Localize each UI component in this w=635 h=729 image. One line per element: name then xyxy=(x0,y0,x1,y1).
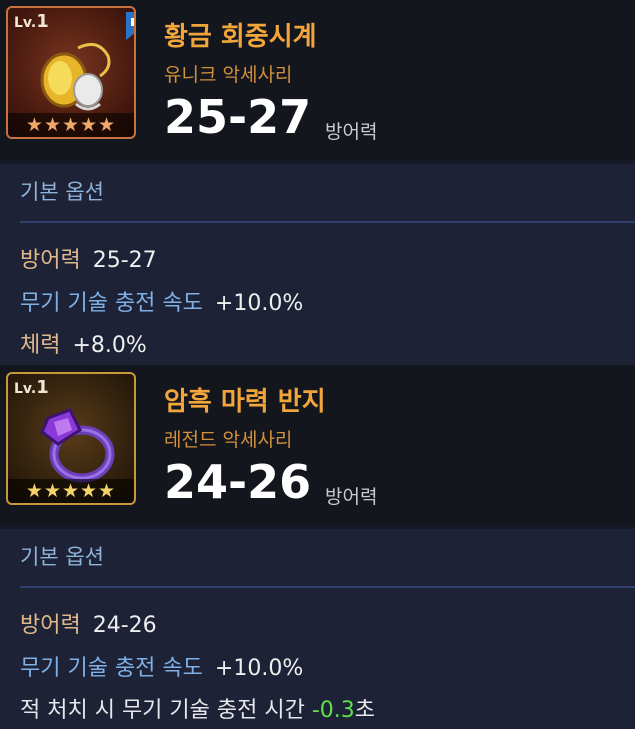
divider xyxy=(20,221,635,223)
item-name: 암흑 마력 반지 xyxy=(164,387,326,417)
item-icon-frame[interactable]: Lv.1 ★★★★★ xyxy=(6,6,136,139)
options-panel: 기본 옵션 방어력 25-27 무기 기술 충전 속도 +10.0% 체력 +8.0% xyxy=(0,164,635,365)
option-value-green: -0.3 xyxy=(311,698,355,723)
item-icon-frame[interactable]: Lv.1 ★★★★★ xyxy=(6,372,136,505)
option-suffix: 초 xyxy=(354,698,376,723)
option-line: 무기 기술 충전 속도 +10.0% xyxy=(20,285,303,317)
option-line: 방어력 25-27 xyxy=(20,242,157,274)
option-value: +10.0% xyxy=(214,656,304,681)
item-header: Lv.1 ★★★★★ 암흑 마력 반지 레전드 악세사리 24-26 방어력 xyxy=(0,365,635,525)
option-value: 24-26 xyxy=(92,613,157,638)
star-rating: ★★★★★ xyxy=(8,113,134,137)
option-value: 25-27 xyxy=(92,248,157,273)
option-key: 무기 기술 충전 속도 xyxy=(20,656,203,681)
option-key: 무기 기술 충전 속도 xyxy=(20,291,203,316)
item-card-golden-pocket-watch[interactable]: Lv.1 ★★★★★ 황금 회중시계 유니크 악세사리 25-27 방어력 기본… xyxy=(0,0,635,365)
option-line: 적 처치 시 무기 기술 충전 시간 -0.3초 xyxy=(20,692,375,724)
item-card-dark-magic-ring[interactable]: Lv.1 ★★★★★ 암흑 마력 반지 레전드 악세사리 24-26 방어력 기… xyxy=(0,365,635,729)
bookmark-icon[interactable] xyxy=(124,12,136,40)
stat-value: 24-26 xyxy=(164,455,312,509)
option-key: 방어력 xyxy=(20,248,81,273)
stat-unit: 방어력 xyxy=(325,121,378,143)
option-line: 방어력 24-26 xyxy=(20,607,157,639)
options-panel: 기본 옵션 방어력 24-26 무기 기술 충전 속도 +10.0% 적 처치 시 … xyxy=(0,529,635,729)
option-key: 방어력 xyxy=(20,613,81,638)
option-value: +8.0% xyxy=(72,333,147,358)
option-key: 적 처치 시 무기 기술 충전 시간 xyxy=(20,698,312,723)
options-title: 기본 옵션 xyxy=(20,180,104,204)
item-name: 황금 회중시계 xyxy=(164,22,317,52)
stat-unit: 방어력 xyxy=(325,486,378,508)
item-header: Lv.1 ★★★★★ 황금 회중시계 유니크 악세사리 25-27 방어력 xyxy=(0,0,635,160)
stat-value: 25-27 xyxy=(164,90,312,144)
options-title: 기본 옵션 xyxy=(20,545,104,569)
divider xyxy=(20,586,635,588)
option-line: 무기 기술 충전 속도 +10.0% xyxy=(20,650,303,682)
option-line: 체력 +8.0% xyxy=(20,327,147,359)
item-category: 유니크 악세사리 xyxy=(164,64,293,86)
item-category: 레전드 악세사리 xyxy=(164,429,293,451)
option-value: +10.0% xyxy=(214,291,304,316)
star-rating: ★★★★★ xyxy=(8,479,134,503)
option-key: 체력 xyxy=(20,333,61,358)
